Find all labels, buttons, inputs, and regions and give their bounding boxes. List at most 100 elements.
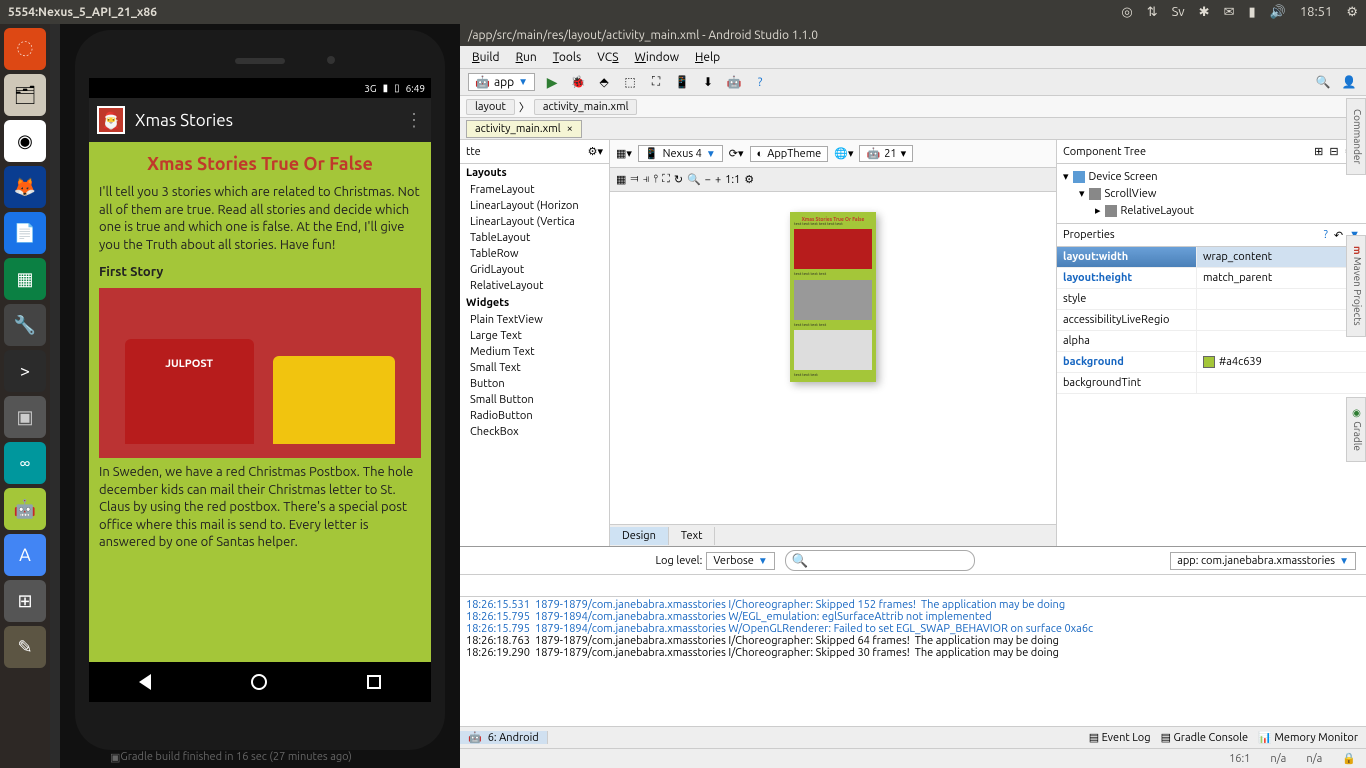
launcher-terminal-icon[interactable]: > bbox=[4, 350, 46, 392]
log-level-selector[interactable]: Verbose▼ bbox=[706, 552, 774, 570]
chrome-tray-icon[interactable]: ◎ bbox=[1121, 5, 1132, 20]
tree-device-screen[interactable]: ▾ Device Screen bbox=[1063, 168, 1360, 185]
launcher-gimp-icon[interactable]: ✎ bbox=[4, 626, 46, 668]
launcher-writer-icon[interactable]: 📄 bbox=[4, 212, 46, 254]
prop-value[interactable] bbox=[1197, 373, 1366, 393]
launcher-arduino-icon[interactable]: ∞ bbox=[4, 442, 46, 484]
palette-item[interactable]: TableLayout bbox=[460, 230, 609, 246]
menu-help[interactable]: Help bbox=[689, 49, 726, 66]
nav-home-icon[interactable] bbox=[251, 674, 267, 690]
menu-build[interactable]: Build bbox=[466, 49, 506, 66]
sdk-icon[interactable]: ⬇ bbox=[699, 73, 717, 91]
prop-key[interactable]: style bbox=[1057, 289, 1197, 309]
launcher-calc-icon[interactable]: ▦ bbox=[4, 258, 46, 300]
launcher-files-icon[interactable]: 🗂 bbox=[4, 74, 46, 116]
tab-design[interactable]: Design bbox=[610, 527, 669, 545]
device-selector[interactable]: 📱 Nexus 4 ▼ bbox=[638, 145, 723, 162]
breadcrumb-layout[interactable]: layout bbox=[466, 99, 515, 115]
attach-button[interactable]: ⬘ bbox=[595, 73, 613, 91]
menu-tools[interactable]: Tools bbox=[547, 49, 588, 66]
prop-value[interactable]: match_parent bbox=[1197, 268, 1366, 288]
palette-item[interactable]: Button bbox=[460, 376, 609, 392]
palette-item[interactable]: LinearLayout (Vertica bbox=[460, 214, 609, 230]
palette-item[interactable]: GridLayout bbox=[460, 262, 609, 278]
user-icon[interactable]: 👤 bbox=[1340, 73, 1358, 91]
prop-value[interactable] bbox=[1197, 310, 1366, 330]
palette-item[interactable]: RadioButton bbox=[460, 408, 609, 424]
logcat-search-input[interactable] bbox=[785, 550, 975, 571]
prop-key[interactable]: background bbox=[1057, 352, 1197, 372]
nav-back-icon[interactable] bbox=[139, 674, 151, 690]
api-selector[interactable]: 🤖 21▾ bbox=[859, 145, 913, 162]
nav-recents-icon[interactable] bbox=[367, 675, 381, 689]
prop-revert-icon[interactable]: ↶ bbox=[1334, 229, 1343, 242]
align-left-icon[interactable]: ⫤ bbox=[630, 173, 638, 186]
menu-window[interactable]: Window bbox=[629, 49, 685, 66]
side-tab-maven[interactable]: m Maven Projects bbox=[1346, 235, 1366, 337]
expand-all-icon[interactable]: ⊞ bbox=[1314, 145, 1323, 158]
tree-relativelayout[interactable]: ▸ RelativeLayout bbox=[1063, 202, 1360, 219]
properties-table[interactable]: layout:widthwrap_contentlayout:heightmat… bbox=[1057, 247, 1366, 546]
zoom-out-icon[interactable]: − bbox=[705, 174, 711, 186]
settings-icon[interactable]: ⚙ bbox=[744, 173, 754, 186]
orientation-icon[interactable]: ⟳▾ bbox=[729, 147, 744, 160]
layout-preview[interactable]: Xmas Stories True Or False text text tex… bbox=[790, 212, 876, 382]
side-tab-commander[interactable]: Commander bbox=[1346, 98, 1366, 175]
component-tree[interactable]: ▾ Device Screen ▾ ScrollView ▸ RelativeL… bbox=[1057, 164, 1366, 223]
prop-value[interactable]: #a4c639 bbox=[1197, 352, 1366, 372]
refresh-icon[interactable]: ↻ bbox=[674, 173, 683, 186]
launcher-dash-icon[interactable]: ◌ bbox=[4, 28, 46, 70]
expand-icon[interactable]: ⛶ bbox=[662, 173, 670, 186]
clock[interactable]: 18:51 bbox=[1300, 5, 1333, 19]
volume-icon[interactable]: 🔊 bbox=[1270, 5, 1286, 20]
run-config-selector[interactable]: 🤖 app ▼ bbox=[468, 73, 535, 91]
palette-item[interactable]: LinearLayout (Horizon bbox=[460, 198, 609, 214]
prop-value[interactable] bbox=[1197, 289, 1366, 309]
status-lock-icon[interactable]: 🔒 bbox=[1342, 752, 1356, 765]
launcher-app-icon[interactable]: ▣ bbox=[4, 396, 46, 438]
help-icon[interactable]: ? bbox=[751, 73, 769, 91]
palette-item[interactable]: CheckBox bbox=[460, 424, 609, 440]
palette-item[interactable]: Large Text bbox=[460, 328, 609, 344]
bluetooth-icon[interactable]: ✱ bbox=[1199, 5, 1210, 20]
event-log-tab[interactable]: ▤ Event Log bbox=[1089, 731, 1151, 744]
prop-value[interactable] bbox=[1197, 331, 1366, 351]
battery-icon[interactable]: ▮ bbox=[1248, 5, 1255, 20]
zoom-actual-icon[interactable]: 1:1 bbox=[725, 174, 740, 186]
launcher-calculator-icon[interactable]: ⊞ bbox=[4, 580, 46, 622]
prop-key[interactable]: backgroundTint bbox=[1057, 373, 1197, 393]
network-icon[interactable]: ⇅ bbox=[1147, 5, 1158, 20]
tree-scrollview[interactable]: ▾ ScrollView bbox=[1063, 185, 1360, 202]
ddms-icon[interactable]: 🤖 bbox=[725, 73, 743, 91]
palette-list[interactable]: Layouts FrameLayoutLinearLayout (Horizon… bbox=[460, 164, 609, 546]
debug-button[interactable]: 🐞 bbox=[569, 73, 587, 91]
memory-monitor-tab[interactable]: 📊 Memory Monitor bbox=[1258, 731, 1358, 744]
prop-key[interactable]: accessibilityLiveRegio bbox=[1057, 310, 1197, 330]
breadcrumb-file[interactable]: activity_main.xml bbox=[534, 99, 638, 115]
launcher-android-icon[interactable]: 🤖 bbox=[4, 488, 46, 530]
palette-item[interactable]: FrameLayout bbox=[460, 182, 609, 198]
menu-run[interactable]: Run bbox=[510, 49, 543, 66]
design-canvas[interactable]: Xmas Stories True Or False text text tex… bbox=[610, 192, 1056, 524]
mail-icon[interactable]: ✉ bbox=[1224, 5, 1235, 20]
prop-key[interactable]: layout:height bbox=[1057, 268, 1197, 288]
palette-item[interactable]: Small Button bbox=[460, 392, 609, 408]
zoom-fit-icon[interactable]: 🔍 bbox=[687, 173, 701, 186]
close-tab-icon[interactable]: × bbox=[567, 123, 573, 135]
search-icon[interactable]: 🔍 bbox=[1314, 73, 1332, 91]
menu-vcs[interactable]: VCS bbox=[591, 49, 624, 66]
launcher-chrome-icon[interactable]: ◉ bbox=[4, 120, 46, 162]
run-button[interactable]: ▶ bbox=[543, 73, 561, 91]
keyboard-icon[interactable]: Sv bbox=[1172, 5, 1185, 19]
align-center-icon[interactable]: ⫯ bbox=[653, 173, 658, 186]
tool2-icon[interactable]: ⛶ bbox=[647, 73, 665, 91]
logcat-process-selector[interactable]: app: com.janebabra.xmasstories▼ bbox=[1170, 552, 1356, 570]
palette-item[interactable]: RelativeLayout bbox=[460, 278, 609, 294]
prop-value[interactable]: wrap_content bbox=[1197, 247, 1366, 267]
overflow-menu-icon[interactable]: ⋮ bbox=[405, 110, 423, 131]
session-icon[interactable]: ⚙ bbox=[1346, 5, 1358, 20]
locale-icon[interactable]: 🌐▾ bbox=[834, 147, 853, 160]
tool1-icon[interactable]: ⬚ bbox=[621, 73, 639, 91]
zoom-in-icon[interactable]: + bbox=[715, 174, 721, 186]
theme-selector[interactable]: ◐ AppTheme bbox=[750, 146, 829, 162]
